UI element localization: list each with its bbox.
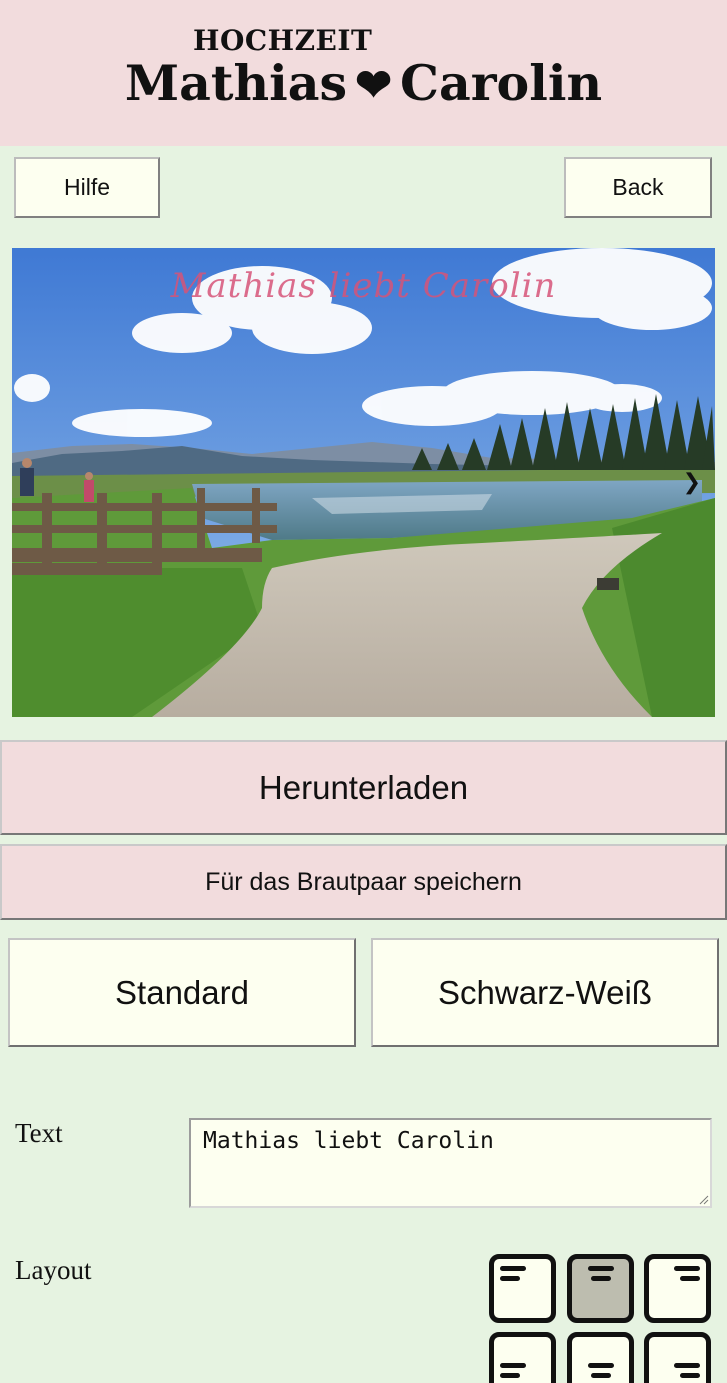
layout-line-icon [500,1266,526,1271]
save-for-couple-button[interactable]: Für das Brautpaar speichern [0,844,727,920]
layout-line-icon [500,1373,520,1378]
couple-names: Mathias ❤ Carolin [0,54,727,112]
layout-line-icon [680,1373,700,1378]
photo-overlay-text: Mathias liebt Carolin [170,266,557,306]
download-button[interactable]: Herunterladen [0,740,727,835]
layout-option-top-center[interactable] [567,1254,634,1323]
photo-preview[interactable]: Mathias liebt Carolin ❯ [12,248,715,717]
layout-line-icon [500,1363,526,1368]
layout-line-icon [587,1266,614,1271]
layout-line-icon [587,1363,614,1368]
text-input[interactable] [189,1118,712,1208]
layout-option-bottom-center[interactable] [567,1332,634,1383]
layout-line-icon [500,1276,520,1281]
back-button[interactable]: Back [564,157,712,218]
layout-option-bottom-left[interactable] [489,1332,556,1383]
layout-line-icon [680,1276,700,1281]
layout-line-icon [674,1363,700,1368]
next-arrow-icon[interactable]: ❯ [683,470,701,495]
layout-line-icon [590,1373,611,1378]
layout-option-top-right[interactable] [644,1254,711,1323]
app-header: HOCHZEIT Mathias ❤ Carolin [0,0,727,146]
layout-line-icon [590,1276,611,1281]
heart-icon: ❤ [355,60,392,111]
black-white-mode-button[interactable]: Schwarz-Weiß [371,938,719,1047]
layout-option-top-left[interactable] [489,1254,556,1323]
layout-option-bottom-right[interactable] [644,1332,711,1383]
header-kicker: HOCHZEIT [193,24,373,57]
standard-mode-button[interactable]: Standard [8,938,356,1047]
resize-grip-icon[interactable] [698,1194,709,1205]
landscape-photo [12,248,715,717]
help-button[interactable]: Hilfe [14,157,160,218]
name-right: Carolin [399,54,603,112]
layout-line-icon [674,1266,700,1271]
text-label: Text [15,1118,63,1148]
name-left: Mathias [124,54,348,112]
layout-label: Layout [15,1255,92,1285]
